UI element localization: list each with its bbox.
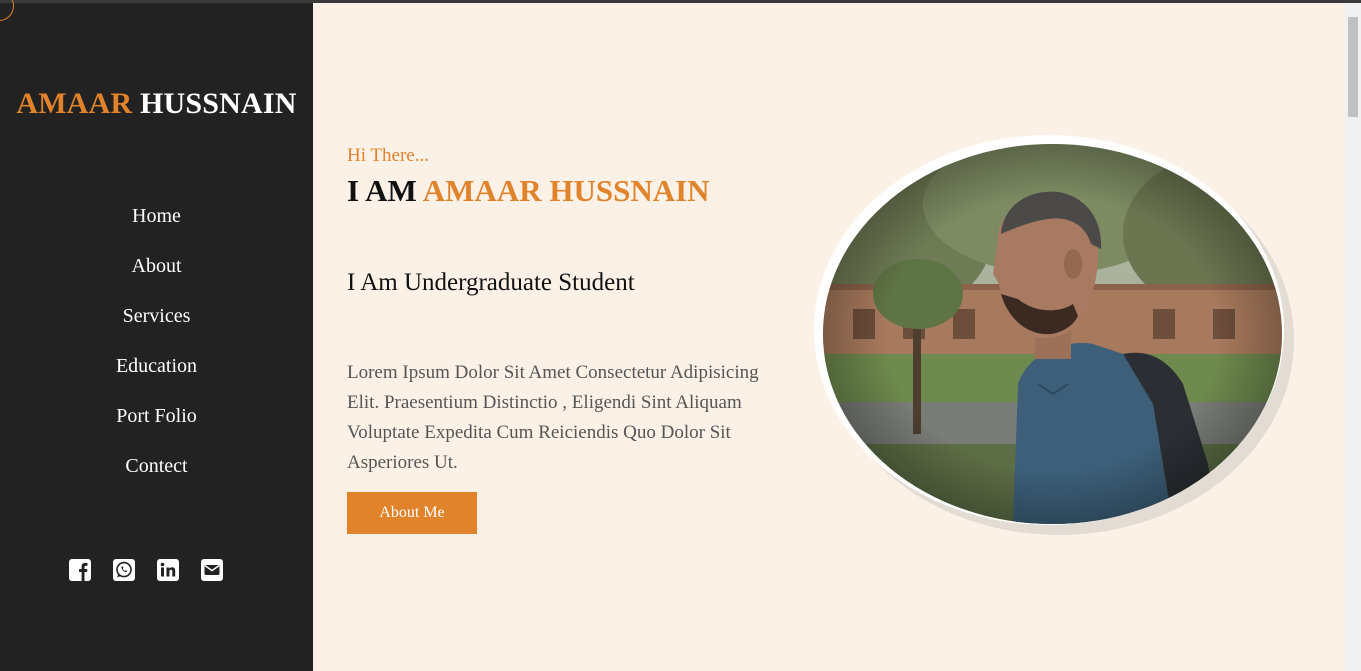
brand-logo[interactable]: AMAAR HUSSNAIN — [0, 87, 313, 121]
nav-item-portfolio[interactable]: Port Folio — [0, 403, 313, 453]
social-links — [68, 558, 224, 582]
menu-toggle-icon[interactable] — [0, 0, 14, 21]
hero-greeting: Hi There... — [347, 145, 429, 166]
sidebar-nav: Home About Services Education Port Folio… — [0, 203, 313, 503]
linkedin-icon[interactable] — [156, 558, 180, 582]
sidebar: AMAAR HUSSNAIN Home About Services Educa… — [0, 0, 313, 671]
hero-description: Lorem Ipsum Dolor Sit Amet Consectetur A… — [347, 362, 759, 473]
nav-item-about[interactable]: About — [0, 253, 313, 303]
nav-item-education[interactable]: Education — [0, 353, 313, 403]
facebook-icon[interactable] — [68, 558, 92, 582]
scrollbar-thumb[interactable] — [1348, 17, 1358, 117]
nav-item-services[interactable]: Services — [0, 303, 313, 353]
about-me-button[interactable]: About Me — [347, 492, 477, 534]
profile-photo-illustration — [823, 144, 1282, 524]
headline-name: AMAAR HUSSNAIN — [422, 173, 710, 208]
nav-item-contact[interactable]: Contect — [0, 453, 313, 503]
brand-first-name: AMAAR — [16, 87, 133, 120]
hero-role: I Am Undergraduate Student — [347, 269, 635, 296]
nav-item-home[interactable]: Home — [0, 203, 313, 253]
profile-photo — [823, 144, 1282, 524]
headline-prefix: I AM — [347, 173, 417, 208]
profile-photo-frame — [814, 135, 1284, 525]
whatsapp-icon[interactable] — [112, 558, 136, 582]
hero-headline: I AM AMAAR HUSSNAIN — [347, 173, 710, 209]
page-scrollbar[interactable] — [1345, 3, 1361, 671]
brand-last-name: HUSSNAIN — [140, 87, 297, 120]
hero-section: Hi There... I AM AMAAR HUSSNAIN I Am Und… — [313, 3, 1345, 671]
mail-icon[interactable] — [200, 558, 224, 582]
